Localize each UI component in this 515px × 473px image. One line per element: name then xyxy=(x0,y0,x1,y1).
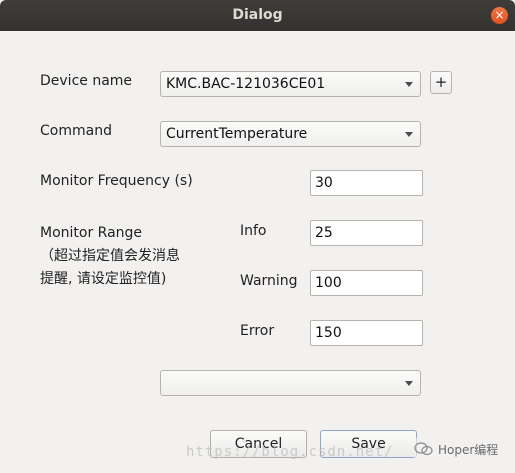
plus-icon: + xyxy=(434,73,448,91)
warning-label: Warning xyxy=(240,273,298,289)
command-value: CurrentTemperature xyxy=(166,126,308,142)
info-label: Info xyxy=(240,223,267,239)
monitor-range-note-line1: （超过指定值会发消息 xyxy=(40,248,180,264)
monitor-range-label: Monitor Range xyxy=(40,225,143,241)
chevron-down-icon xyxy=(405,82,413,87)
window-title: Dialog xyxy=(232,7,283,23)
command-select[interactable]: CurrentTemperature xyxy=(160,121,421,147)
chevron-down-icon xyxy=(405,381,413,386)
watermark-badge: Hoper编程 xyxy=(414,438,499,460)
close-icon[interactable]: × xyxy=(491,7,508,24)
error-input[interactable] xyxy=(310,320,423,346)
add-device-button[interactable]: + xyxy=(430,71,452,94)
device-name-label: Device name xyxy=(40,73,133,89)
wechat-icon xyxy=(414,442,434,456)
info-input[interactable] xyxy=(310,220,423,246)
error-label: Error xyxy=(240,323,275,339)
monitor-frequency-input[interactable] xyxy=(310,170,423,196)
monitor-range-note-line2: 提醒, 请设定监控值) xyxy=(40,271,167,287)
title-bar: Dialog × xyxy=(0,0,515,31)
watermark-badge-text: Hoper编程 xyxy=(438,442,499,457)
command-label: Command xyxy=(40,123,112,139)
chevron-down-icon xyxy=(405,132,413,137)
device-name-value: KMC.BAC-121036CE01 xyxy=(166,76,326,92)
monitor-frequency-label: Monitor Frequency (s) xyxy=(40,173,193,189)
extra-select[interactable] xyxy=(160,370,421,396)
watermark-url: https://blog.csdn.net/ xyxy=(186,444,394,460)
device-name-select[interactable]: KMC.BAC-121036CE01 xyxy=(160,71,421,97)
dialog-window: Dialog × Device name KMC.BAC-121036CE01 … xyxy=(0,0,515,473)
warning-input[interactable] xyxy=(310,270,423,296)
